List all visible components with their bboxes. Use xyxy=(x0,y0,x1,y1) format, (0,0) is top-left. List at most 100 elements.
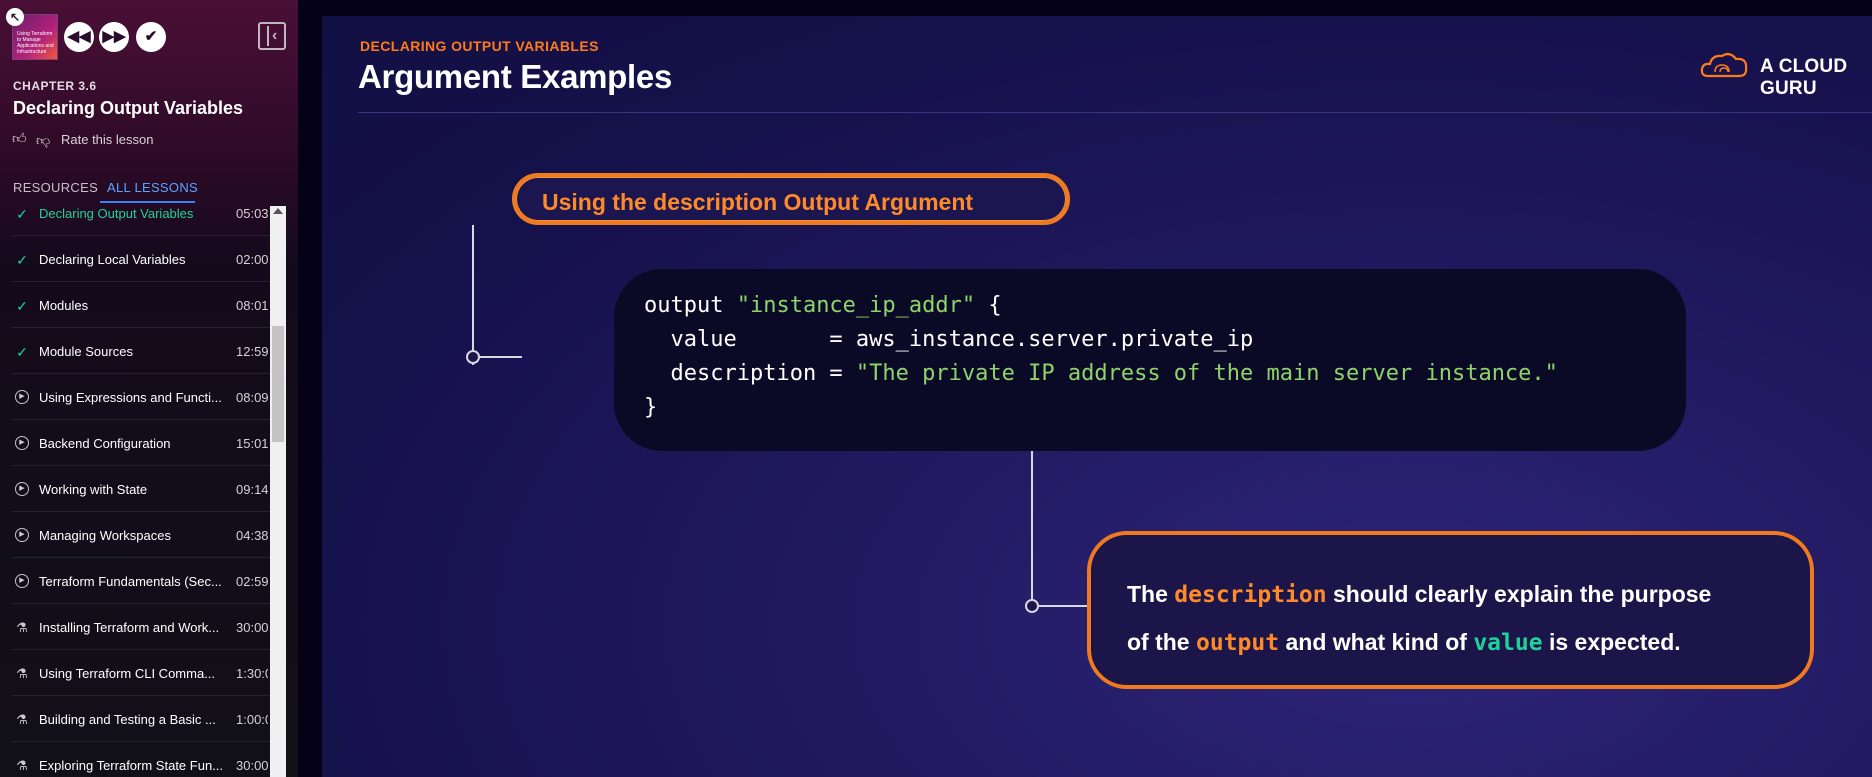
note-text: is expected. xyxy=(1542,629,1681,655)
lesson-title: Managing Workspaces xyxy=(39,528,171,543)
tab-all-lessons[interactable]: ALL LESSONS xyxy=(107,180,198,195)
fast-forward-icon: ▶▶ xyxy=(102,28,126,45)
note-code-term: description xyxy=(1174,582,1327,608)
back-arrow-icon[interactable]: ↖ xyxy=(6,8,24,26)
connector-line xyxy=(1033,605,1088,607)
rewind-button[interactable]: ◀◀ xyxy=(64,22,94,52)
lesson-item[interactable]: ⚗ Installing Terraform and Work... 30:00 xyxy=(12,604,270,650)
lesson-title: Modules xyxy=(39,298,89,313)
thumbs-down-icon[interactable]: 👎︎ xyxy=(36,132,50,149)
lesson-title: Exploring Terraform State Fun... xyxy=(39,758,224,773)
lesson-duration: 15:01 xyxy=(236,436,268,451)
lesson-title: Terraform Fundamentals (Sec... xyxy=(39,574,222,589)
lesson-title: Installing Terraform and Work... xyxy=(39,620,220,635)
code-line-4: } xyxy=(644,395,658,420)
thumbs-up-icon[interactable]: 👍︎ xyxy=(12,130,27,147)
lesson-item[interactable]: ⚗ Using Terraform CLI Comma... 1:30:00 xyxy=(12,650,270,696)
check-icon: ✔ xyxy=(144,28,158,45)
lesson-item[interactable]: ✓ Declaring Output Variables 05:03 xyxy=(12,206,270,236)
lesson-duration: 1:00:00 xyxy=(236,712,268,727)
lesson-title: Using Terraform CLI Comma... xyxy=(39,666,216,681)
rewind-icon: ◀◀ xyxy=(67,28,91,45)
collapse-sidebar-icon: ‹ xyxy=(272,27,278,44)
scroll-up-icon[interactable] xyxy=(273,208,283,214)
code-key: description = xyxy=(644,361,856,386)
lesson-title: Using Expressions and Functi... xyxy=(39,390,222,405)
lesson-duration: 08:01 xyxy=(236,298,268,313)
video-slide[interactable]: DECLARING OUTPUT VARIABLES Argument Exam… xyxy=(322,16,1872,777)
slide-title: Argument Examples xyxy=(358,58,672,95)
note-code-term: value xyxy=(1473,630,1543,656)
callout-pill-text: Using the description Output Argument xyxy=(542,189,974,215)
lab-flask-icon: ⚗ xyxy=(16,620,28,635)
brand-name: A CLOUD GURU xyxy=(1760,56,1848,99)
note-text: and what kind of xyxy=(1279,629,1474,655)
chapter-label: CHAPTER 3.6 xyxy=(13,79,97,93)
lesson-item[interactable]: ✓ Declaring Local Variables 02:00 xyxy=(12,236,270,282)
code-line-1: output "instance_ip_addr" { xyxy=(644,293,1002,318)
connector-line xyxy=(1031,451,1033,605)
active-tab-indicator xyxy=(100,201,195,203)
lesson-duration: 02:59 xyxy=(236,574,268,589)
lesson-item[interactable]: ✓ Modules 08:01 xyxy=(12,282,270,328)
completed-check-icon: ✓ xyxy=(16,344,28,360)
code-string: "The private IP address of the main serv… xyxy=(855,361,1558,386)
note-text: of the xyxy=(1127,629,1196,655)
scrollbar-thumb[interactable] xyxy=(272,326,284,442)
lesson-item[interactable]: ⚗ Exploring Terraform State Fun... 30:00 xyxy=(12,742,270,777)
lesson-title: Declaring Output Variables xyxy=(13,98,244,118)
lesson-item[interactable]: ▶ Using Expressions and Functi... 08:09 xyxy=(12,374,270,420)
connector-node xyxy=(466,350,480,364)
note-line-1: The description should clearly explain t… xyxy=(1127,581,1711,608)
lesson-item[interactable]: ▶ Backend Configuration 15:01 xyxy=(12,420,270,466)
cloud-logo-icon xyxy=(1700,52,1748,78)
play-circle-icon: ▶ xyxy=(15,574,29,588)
lesson-list: ✓ Declaring Output Variables 05:03 ✓ Declari… xyxy=(0,206,270,777)
course-thumbnail-text: Using Terraform to Manage Applications a… xyxy=(17,31,54,55)
sidebar: Using Terraform to Manage Applications a… xyxy=(0,0,298,777)
note-text: should clearly explain the purpose xyxy=(1326,581,1712,607)
note-text: The xyxy=(1127,581,1175,607)
mark-complete-button[interactable]: ✔ xyxy=(136,22,166,52)
lesson-title: Working with State xyxy=(39,482,148,497)
fast-forward-button[interactable]: ▶▶ xyxy=(99,22,129,52)
lesson-title: Module Sources xyxy=(39,344,133,359)
lesson-title: Declaring Output Variables xyxy=(39,206,194,221)
completed-check-icon: ✓ xyxy=(16,252,28,268)
lesson-item[interactable]: ✓ Module Sources 12:59 xyxy=(12,328,270,374)
play-circle-icon: ▶ xyxy=(15,528,29,542)
code-line-2: value = aws_instance.server.private_ip xyxy=(644,327,1254,352)
lesson-duration: 08:09 xyxy=(236,390,268,405)
connector-line xyxy=(474,356,522,358)
lesson-item[interactable]: ▶ Managing Workspaces 04:38 xyxy=(12,512,270,558)
lesson-duration: 04:38 xyxy=(236,528,268,543)
scrollbar[interactable] xyxy=(270,206,286,777)
lesson-title: Declaring Local Variables xyxy=(39,252,186,267)
completed-check-icon: ✓ xyxy=(16,206,28,222)
lesson-duration: 09:14 xyxy=(236,482,268,497)
lesson-duration: 05:03 xyxy=(236,206,268,221)
connector-line xyxy=(472,225,474,365)
code-block: output "instance_ip_addr" { value = aws_… xyxy=(614,269,1686,451)
code-brace: { xyxy=(975,293,1002,318)
lesson-item[interactable]: ▶ Terraform Fundamentals (Sec... 02:59 xyxy=(12,558,270,604)
play-circle-icon: ▶ xyxy=(15,390,29,404)
play-circle-icon: ▶ xyxy=(15,436,29,450)
lesson-duration: 30:00 xyxy=(236,620,268,635)
lab-flask-icon: ⚗ xyxy=(16,666,28,681)
tab-resources[interactable]: RESOURCES xyxy=(13,180,98,195)
note-code-term: output xyxy=(1196,630,1280,656)
lab-flask-icon: ⚗ xyxy=(16,758,28,773)
connector-node xyxy=(1025,599,1039,613)
title-divider xyxy=(358,112,1872,113)
play-circle-icon: ▶ xyxy=(15,482,29,496)
brand-logo: A CLOUD GURU xyxy=(1700,48,1872,99)
lesson-duration: 30:00 xyxy=(236,758,268,773)
lesson-title: Backend Configuration xyxy=(39,436,171,451)
collapse-sidebar-button[interactable]: ‹ xyxy=(258,22,286,50)
lesson-item[interactable]: ▶ Working with State 09:14 xyxy=(12,466,270,512)
lesson-duration: 02:00 xyxy=(236,252,268,267)
callout-pill: Using the description Output Argument xyxy=(512,173,1070,225)
lesson-item[interactable]: ⚗ Building and Testing a Basic ... 1:00:00 xyxy=(12,696,270,742)
lab-flask-icon: ⚗ xyxy=(16,712,28,727)
